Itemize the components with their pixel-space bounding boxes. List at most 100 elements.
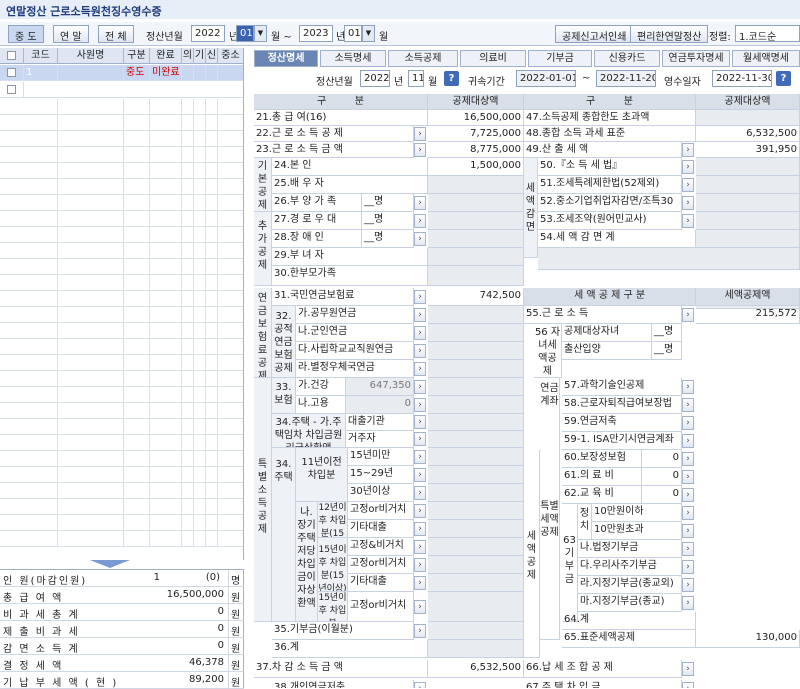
- header-gi[interactable]: 기: [194, 48, 206, 64]
- help-icon[interactable]: ?: [444, 71, 459, 86]
- empty-row[interactable]: [0, 227, 243, 243]
- tab-income-deduction[interactable]: 소득공제: [388, 50, 458, 67]
- row-34c1b-expand-icon[interactable]: ›: [414, 522, 426, 536]
- row-60-expand-icon[interactable]: ›: [682, 452, 694, 466]
- header-ui[interactable]: 의: [182, 48, 194, 64]
- month-to-dropdown[interactable]: ▼: [362, 25, 375, 42]
- row-34c2a-expand-icon[interactable]: ›: [414, 540, 426, 554]
- splitter-handle[interactable]: [90, 560, 130, 568]
- empty-row[interactable]: [0, 115, 243, 131]
- row-22-expand-icon[interactable]: ›: [414, 127, 426, 141]
- empty-row[interactable]: [0, 195, 243, 211]
- month-from-input[interactable]: 01: [236, 25, 254, 42]
- empty-row[interactable]: [0, 163, 243, 179]
- empty-row[interactable]: [0, 339, 243, 355]
- row-51-expand-icon[interactable]: ›: [682, 178, 694, 192]
- period-year-input[interactable]: 2022: [360, 70, 390, 87]
- row-33a-expand-icon[interactable]: ›: [414, 380, 426, 394]
- row-58-expand-icon[interactable]: ›: [682, 398, 694, 412]
- empty-row[interactable]: [0, 179, 243, 195]
- empty-row[interactable]: [0, 403, 243, 419]
- row-27-expand-icon[interactable]: ›: [414, 214, 426, 228]
- header-sme[interactable]: 중소: [218, 48, 243, 64]
- all-filter-button[interactable]: 전 체: [98, 25, 134, 43]
- header-sin[interactable]: 신: [206, 48, 218, 64]
- row-34a2-expand-icon[interactable]: ›: [414, 432, 426, 446]
- row-34c2b-expand-icon[interactable]: ›: [414, 558, 426, 572]
- empty-row[interactable]: [0, 99, 243, 115]
- row-31-expand-icon[interactable]: ›: [414, 290, 426, 304]
- empty-row[interactable]: [0, 483, 243, 499]
- row-61-expand-icon[interactable]: ›: [682, 470, 694, 484]
- empty-row[interactable]: [0, 451, 243, 467]
- row-66-expand-icon[interactable]: ›: [682, 662, 694, 676]
- row-67-expand-icon[interactable]: ›: [682, 682, 694, 688]
- month-to-input[interactable]: 01: [344, 25, 362, 42]
- row-34b1-expand-icon[interactable]: ›: [414, 450, 426, 464]
- row-34a1-expand-icon[interactable]: ›: [414, 415, 426, 429]
- year-input[interactable]: 2022: [191, 25, 225, 42]
- row-23-expand-icon[interactable]: ›: [414, 143, 426, 157]
- row-62-expand-icon[interactable]: ›: [682, 488, 694, 502]
- row-38-expand-icon[interactable]: ›: [414, 682, 426, 688]
- row-60-value[interactable]: 0: [642, 450, 682, 468]
- employee-row[interactable]: 1 중도 미완료: [0, 65, 243, 81]
- tab-donation[interactable]: 기부금: [528, 50, 592, 67]
- row-63f-expand-icon[interactable]: ›: [682, 596, 694, 610]
- row-63a-expand-icon[interactable]: ›: [682, 506, 694, 520]
- empty-row[interactable]: [0, 499, 243, 515]
- empty-row[interactable]: [0, 291, 243, 307]
- row-28-expand-icon[interactable]: ›: [414, 232, 426, 246]
- row-62-value[interactable]: 0: [642, 486, 682, 504]
- tab-medical[interactable]: 의료비: [460, 50, 526, 67]
- select-all-header[interactable]: [0, 48, 24, 64]
- row-63b-expand-icon[interactable]: ›: [682, 524, 694, 538]
- row-34c3a-expand-icon[interactable]: ›: [414, 600, 426, 614]
- tab-pension-invest[interactable]: 연금투자명세: [662, 50, 730, 67]
- help-icon-2[interactable]: ?: [776, 71, 791, 86]
- row-32a-expand-icon[interactable]: ›: [414, 308, 426, 322]
- row-26-expand-icon[interactable]: ›: [414, 196, 426, 210]
- period-from-input[interactable]: 2022-01-01: [516, 70, 576, 87]
- row-50-expand-icon[interactable]: ›: [682, 160, 694, 174]
- mid-filter-button[interactable]: 중 도: [8, 25, 44, 43]
- row-55-expand-icon[interactable]: ›: [682, 308, 694, 322]
- tab-income[interactable]: 소득명세: [320, 50, 386, 67]
- empty-row[interactable]: [0, 435, 243, 451]
- header-type[interactable]: 구분: [124, 48, 150, 64]
- row-34b2-expand-icon[interactable]: ›: [414, 468, 426, 482]
- empty-row[interactable]: [0, 419, 243, 435]
- select-all-checkbox[interactable]: [7, 51, 16, 60]
- row-59-1-expand-icon[interactable]: ›: [682, 434, 694, 448]
- empty-row[interactable]: [0, 259, 243, 275]
- year-end-filter-button[interactable]: 연 말: [53, 25, 89, 43]
- empty-row[interactable]: [0, 307, 243, 323]
- header-done[interactable]: 완료: [150, 48, 182, 64]
- row-33b-value[interactable]: 0: [346, 396, 414, 414]
- tab-settlement[interactable]: 정산명세: [254, 50, 318, 67]
- row-34b3-expand-icon[interactable]: ›: [414, 486, 426, 500]
- row-63d-expand-icon[interactable]: ›: [682, 560, 694, 574]
- empty-row[interactable]: [0, 147, 243, 163]
- empty-row[interactable]: [0, 467, 243, 483]
- row-35-expand-icon[interactable]: ›: [414, 624, 426, 638]
- row-49-expand-icon[interactable]: ›: [682, 143, 694, 157]
- row-53-expand-icon[interactable]: ›: [682, 214, 694, 228]
- empty-row[interactable]: [0, 131, 243, 147]
- row-59-expand-icon[interactable]: ›: [682, 416, 694, 430]
- empty-row[interactable]: [0, 531, 243, 547]
- row-checkbox[interactable]: [7, 68, 16, 77]
- row-34c2c-expand-icon[interactable]: ›: [414, 576, 426, 590]
- empty-row[interactable]: [0, 355, 243, 371]
- row-checkbox[interactable]: [7, 85, 16, 94]
- print-deduction-button[interactable]: 공제신고서인쇄: [555, 25, 634, 43]
- tab-rent[interactable]: 월세액명세: [732, 50, 800, 67]
- row-61-value[interactable]: 0: [642, 468, 682, 486]
- empty-row[interactable]: [0, 371, 243, 387]
- row-32b-expand-icon[interactable]: ›: [414, 326, 426, 340]
- period-month-input[interactable]: 11: [408, 70, 424, 87]
- empty-row[interactable]: [0, 387, 243, 403]
- header-code[interactable]: 코드: [24, 48, 58, 64]
- receipt-date-input[interactable]: 2022-11-30: [712, 70, 772, 87]
- row-33a-value[interactable]: 647,350: [346, 378, 414, 396]
